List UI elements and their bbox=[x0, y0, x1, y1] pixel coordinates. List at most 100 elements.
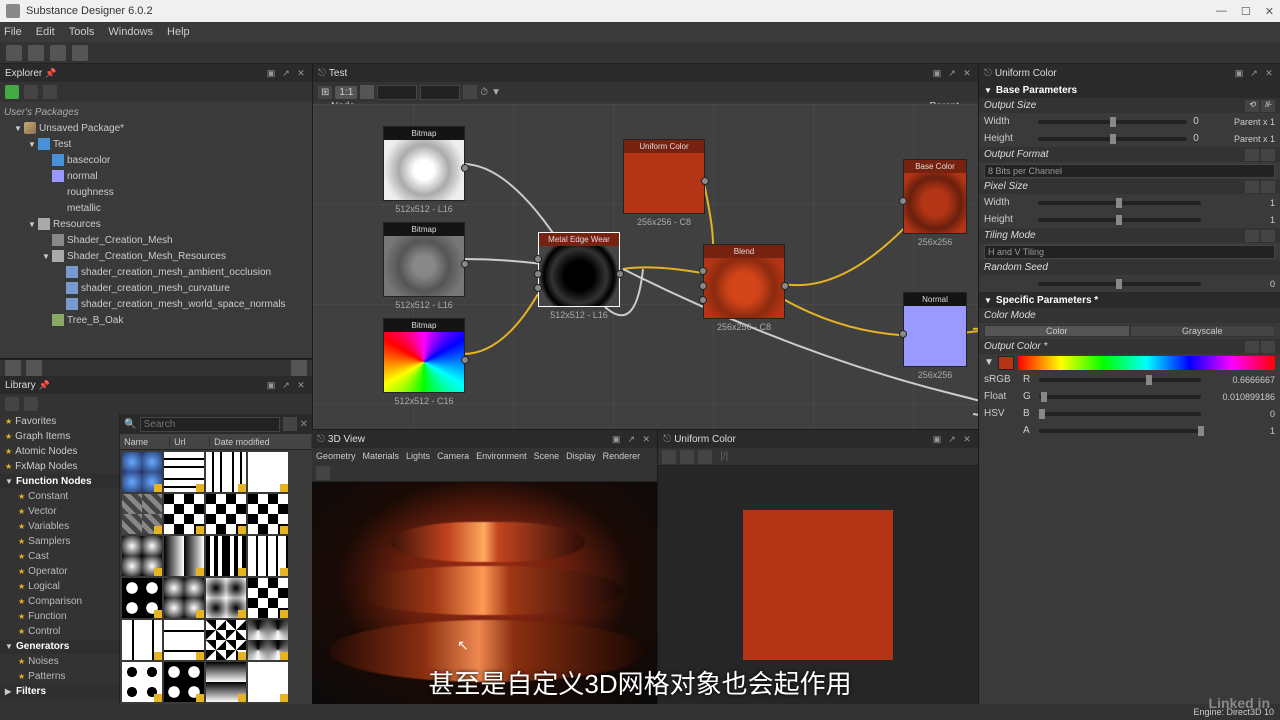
view3d-menu-item[interactable]: Lights bbox=[406, 451, 430, 461]
node-bitmap-1[interactable]: Bitmap 512x512 - L16 bbox=[383, 126, 465, 201]
explorer-tool2-icon[interactable] bbox=[43, 85, 57, 99]
panel-dock-icon[interactable]: ▣ bbox=[931, 67, 943, 79]
library-thumb[interactable] bbox=[248, 620, 288, 660]
library-thumb[interactable] bbox=[122, 620, 162, 660]
tab-grayscale[interactable]: Grayscale bbox=[1130, 325, 1276, 337]
view3d-menu-item[interactable]: Renderer bbox=[603, 451, 641, 461]
panel-float-icon[interactable]: ↗ bbox=[946, 67, 958, 79]
node-bitmap-2[interactable]: Bitmap 512x512 - L16 bbox=[383, 222, 465, 297]
library-thumb[interactable] bbox=[122, 578, 162, 618]
panel-dock-icon[interactable]: ▣ bbox=[265, 379, 277, 391]
tab-color[interactable]: Color bbox=[984, 325, 1130, 337]
panel-float-icon[interactable]: ↗ bbox=[280, 379, 292, 391]
seed-slider[interactable] bbox=[1038, 282, 1201, 286]
graph-input1[interactable] bbox=[377, 85, 417, 100]
tree-item[interactable]: ▼Shader_Creation_Mesh_Resources bbox=[0, 248, 312, 264]
library-category[interactable]: ★Control bbox=[0, 624, 119, 639]
maximize-button[interactable]: ☐ bbox=[1241, 5, 1251, 18]
library-thumb[interactable] bbox=[206, 578, 246, 618]
library-category[interactable]: ★Comparison bbox=[0, 594, 119, 609]
footer-tool2-icon[interactable] bbox=[26, 360, 42, 376]
col-name[interactable]: Name bbox=[120, 437, 170, 447]
library-thumb[interactable] bbox=[248, 578, 288, 618]
px-height-slider[interactable] bbox=[1038, 218, 1201, 222]
library-category[interactable]: ★Atomic Nodes bbox=[0, 444, 119, 459]
a-slider[interactable] bbox=[1039, 429, 1201, 433]
library-thumb[interactable] bbox=[164, 494, 204, 534]
menu-windows[interactable]: Windows bbox=[108, 26, 153, 38]
zoom-label[interactable]: 1:1 bbox=[335, 86, 357, 99]
tree-item[interactable]: normal bbox=[0, 168, 312, 184]
tree-item[interactable]: roughness bbox=[0, 184, 312, 200]
toolbar-save-icon[interactable] bbox=[50, 45, 66, 61]
library-category[interactable]: ★FxMap Nodes bbox=[0, 459, 119, 474]
node-uniform-color[interactable]: Uniform Color 256x256 - C8 bbox=[623, 139, 705, 214]
toolbar-saveall-icon[interactable] bbox=[72, 45, 88, 61]
tree-item[interactable]: shader_creation_mesh_curvature bbox=[0, 280, 312, 296]
view3d-menu-item[interactable]: Geometry bbox=[316, 451, 356, 461]
library-category[interactable]: ★Favorites bbox=[0, 414, 119, 429]
library-thumb[interactable] bbox=[206, 494, 246, 534]
library-thumb[interactable] bbox=[164, 452, 204, 492]
timer-icon[interactable]: ⏱ bbox=[480, 87, 488, 98]
minimize-button[interactable]: — bbox=[1216, 5, 1227, 18]
library-thumb[interactable] bbox=[122, 452, 162, 492]
graph-input2[interactable] bbox=[420, 85, 460, 100]
graph-canvas[interactable]: Bitmap 512x512 - L16 Bitmap 512x512 - L1… bbox=[313, 104, 978, 429]
play-icon[interactable] bbox=[5, 85, 19, 99]
library-category[interactable]: ★Cast bbox=[0, 549, 119, 564]
node-metal-edge-wear[interactable]: Metal Edge Wear 512x512 - L16 bbox=[538, 232, 620, 307]
graph-tool2-icon[interactable] bbox=[463, 85, 477, 99]
library-category[interactable]: ★Samplers bbox=[0, 534, 119, 549]
panel-close-icon[interactable]: ✕ bbox=[295, 67, 307, 79]
specific-params-header[interactable]: Specific Parameters * bbox=[996, 295, 1098, 306]
panel-close-icon[interactable]: ✕ bbox=[295, 379, 307, 391]
library-thumb[interactable] bbox=[164, 662, 204, 702]
panel-close-icon[interactable]: ✕ bbox=[961, 67, 973, 79]
tree-item[interactable]: metallic bbox=[0, 200, 312, 216]
dropdown-icon[interactable]: ▼ bbox=[491, 87, 501, 98]
menu-file[interactable]: File bbox=[4, 26, 22, 38]
filter-icon[interactable] bbox=[283, 417, 297, 431]
library-thumb[interactable] bbox=[122, 494, 162, 534]
view2d-tool3-icon[interactable] bbox=[698, 450, 712, 464]
library-category[interactable]: ▼Generators bbox=[0, 639, 119, 654]
g-slider[interactable] bbox=[1039, 395, 1201, 399]
library-thumb[interactable] bbox=[206, 662, 246, 702]
view3d-menu-item[interactable]: Display bbox=[566, 451, 596, 461]
tree-item[interactable]: shader_creation_mesh_world_space_normals bbox=[0, 296, 312, 312]
node-bitmap-3[interactable]: Bitmap 512x512 - C16 bbox=[383, 318, 465, 393]
library-category[interactable]: ▶Filters bbox=[0, 684, 119, 699]
tree-item[interactable]: shader_creation_mesh_ambient_occlusion bbox=[0, 264, 312, 280]
color-swatch[interactable] bbox=[998, 356, 1014, 370]
library-thumb[interactable] bbox=[122, 662, 162, 702]
view2d-tool-icon[interactable] bbox=[662, 450, 676, 464]
base-params-header[interactable]: Base Parameters bbox=[996, 85, 1077, 96]
tree-item[interactable]: Shader_Creation_Mesh bbox=[0, 232, 312, 248]
library-thumb[interactable] bbox=[206, 536, 246, 576]
library-tool-icon[interactable] bbox=[5, 397, 19, 411]
pin-icon[interactable]: 📌 bbox=[39, 380, 50, 391]
px-width-slider[interactable] bbox=[1038, 201, 1201, 205]
library-category[interactable]: ★Logical bbox=[0, 579, 119, 594]
library-category[interactable]: ★Graph Items bbox=[0, 429, 119, 444]
graph-tool-icon[interactable] bbox=[360, 85, 374, 99]
library-category[interactable]: ★Constant bbox=[0, 489, 119, 504]
view3d-menu-item[interactable]: Materials bbox=[363, 451, 400, 461]
menu-help[interactable]: Help bbox=[167, 26, 190, 38]
col-date[interactable]: Date modified bbox=[210, 437, 312, 447]
library-search-input[interactable] bbox=[140, 417, 280, 432]
tree-item[interactable]: ▼Unsaved Package* bbox=[0, 120, 312, 136]
b-slider[interactable] bbox=[1039, 412, 1201, 416]
toolbar-open-icon[interactable] bbox=[28, 45, 44, 61]
view2d-tool2-icon[interactable] bbox=[680, 450, 694, 464]
tree-item[interactable]: ▼Resources bbox=[0, 216, 312, 232]
tree-item[interactable]: ▼Test bbox=[0, 136, 312, 152]
library-category[interactable]: ▼Function Nodes bbox=[0, 474, 119, 489]
panel-dock-icon[interactable]: ▣ bbox=[265, 67, 277, 79]
node-normal-output[interactable]: Normal 256x256 bbox=[903, 292, 967, 367]
pin-icon[interactable]: 📌 bbox=[45, 68, 56, 79]
library-thumb[interactable] bbox=[206, 452, 246, 492]
library-category[interactable]: ★Variables bbox=[0, 519, 119, 534]
view3d-menu-item[interactable]: Environment bbox=[476, 451, 527, 461]
